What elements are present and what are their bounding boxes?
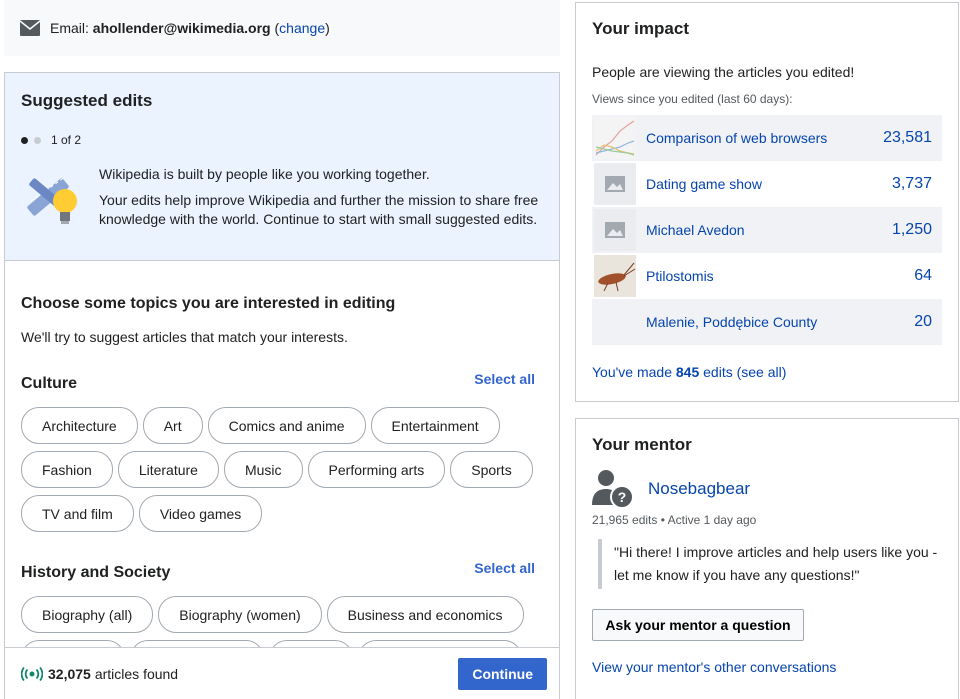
- mentor-meta: 21,965 edits • Active 1 day ago: [592, 513, 942, 527]
- live-signal-icon: [21, 666, 43, 681]
- email-label: Email:: [50, 20, 89, 36]
- mentor-quote: "Hi there! I improve articles and help u…: [598, 539, 942, 589]
- article-thumbnail: [594, 209, 636, 251]
- impact-article-views: 20: [914, 313, 932, 330]
- user-question-icon: ?: [592, 470, 634, 509]
- topic-chip[interactable]: Biography (all): [21, 596, 154, 633]
- mentor-active: Active 1 day ago: [667, 513, 757, 527]
- tools-lightbulb-icon: [27, 176, 77, 224]
- impact-article-title[interactable]: Ptilostomis: [646, 268, 914, 284]
- impact-article-title[interactable]: Michael Avedon: [646, 222, 892, 238]
- impact-subtitle: People are viewing the articles you edit…: [592, 64, 855, 80]
- articles-found-count: 32,075: [48, 665, 91, 682]
- topic-group-title: History and Society: [21, 564, 171, 581]
- topic-chip[interactable]: Art: [142, 407, 203, 444]
- mentor-conversations-link[interactable]: View your mentor's other conversations: [592, 659, 942, 675]
- chart-thumbnail-icon: [594, 117, 636, 159]
- mentor-title: Your mentor: [592, 435, 692, 454]
- image-placeholder-icon: [605, 222, 625, 238]
- suggested-edits-title: Suggested edits: [21, 91, 153, 110]
- impact-row[interactable]: Ptilostomis 64: [592, 253, 942, 299]
- intro-line-1: Wikipedia is built by people like you wo…: [99, 166, 430, 182]
- select-all-culture-link[interactable]: Select all: [474, 371, 535, 387]
- paren-close: ): [325, 20, 330, 36]
- pager: 1 of 2: [21, 133, 543, 147]
- mentor-name-link[interactable]: Nosebagbear: [648, 479, 750, 499]
- pager-dot-inactive[interactable]: [34, 136, 41, 144]
- continue-button[interactable]: Continue: [458, 657, 547, 690]
- edits-summary[interactable]: You've made 845 edits (see all): [592, 364, 942, 380]
- suggested-edits-intro: Suggested edits 1 of 2 Wikipedia is buil…: [5, 73, 559, 261]
- impact-row[interactable]: Comparison of web browsers 23,581: [592, 115, 942, 161]
- edits-prefix: You've made: [592, 364, 672, 380]
- suggested-edits-card: Suggested edits 1 of 2 Wikipedia is buil…: [4, 72, 560, 699]
- topic-group-culture: Culture Select all: [21, 371, 543, 393]
- articles-found-label: articles found: [94, 665, 179, 682]
- topic-chip[interactable]: Business and economics: [326, 596, 524, 633]
- change-email-link[interactable]: change: [279, 20, 325, 36]
- mentor-header: ? Nosebagbear: [592, 469, 942, 509]
- topic-chip[interactable]: Video games: [138, 495, 263, 532]
- topic-chip[interactable]: TV and film: [21, 495, 134, 532]
- topic-chip[interactable]: Architecture: [21, 407, 138, 444]
- topic-chip[interactable]: Fashion: [21, 451, 113, 488]
- mail-icon: [20, 20, 40, 36]
- impact-article-title[interactable]: Comparison of web browsers: [646, 130, 883, 146]
- topic-chip[interactable]: Comics and anime: [207, 407, 366, 444]
- pager-dot-active[interactable]: [21, 136, 28, 144]
- impact-card: Your impact People are viewing the artic…: [575, 2, 959, 402]
- select-all-history-link[interactable]: Select all: [474, 560, 535, 576]
- edits-count: 845: [675, 364, 700, 380]
- impact-row[interactable]: Dating game show 3,737: [592, 161, 942, 207]
- topic-chip[interactable]: Sports: [450, 451, 533, 488]
- ask-mentor-button[interactable]: Ask your mentor a question: [592, 609, 804, 641]
- edits-suffix[interactable]: edits (see all): [703, 364, 786, 380]
- article-thumbnail: [594, 163, 636, 205]
- topic-chip[interactable]: Literature: [117, 451, 219, 488]
- email-bar: Email: ahollender@wikimedia.org (change): [4, 0, 560, 56]
- insect-thumbnail-icon: [594, 255, 636, 297]
- impact-article-views: 3,737: [891, 175, 932, 192]
- views-label: Views since you edited (last 60 days):: [592, 92, 793, 106]
- topics-subtitle: We'll try to suggest articles that match…: [21, 329, 348, 345]
- intro-line-2: Your edits help improve Wikipedia and fu…: [99, 192, 539, 227]
- article-thumbnail: [594, 255, 636, 297]
- impact-article-views: 23,581: [883, 129, 932, 146]
- impact-article-views: 1,250: [891, 221, 932, 238]
- image-placeholder-icon: [605, 176, 625, 192]
- impact-article-views: 64: [914, 267, 932, 284]
- email-address: ahollender@wikimedia.org: [92, 20, 271, 36]
- topic-chip[interactable]: Performing arts: [307, 451, 446, 488]
- impact-article-title[interactable]: Dating game show: [646, 176, 892, 192]
- meta-separator: •: [660, 513, 665, 527]
- suggested-edits-footer: 32,075 articles found Continue: [5, 647, 559, 699]
- topics-section: Choose some topics you are interested in…: [5, 295, 559, 677]
- topic-chips-culture: Architecture Art Comics and anime Entert…: [21, 407, 541, 532]
- impact-article-title[interactable]: Malenie, Poddębice County: [646, 314, 914, 330]
- topic-chip[interactable]: Biography (women): [158, 596, 322, 633]
- topics-title: Choose some topics you are interested in…: [21, 295, 396, 312]
- topic-chip[interactable]: Entertainment: [370, 407, 500, 444]
- topic-group-title: Culture: [21, 375, 77, 392]
- topic-chip[interactable]: Music: [223, 451, 303, 488]
- impact-title: Your impact: [592, 19, 689, 38]
- svg-text:?: ?: [618, 489, 627, 505]
- impact-row[interactable]: Michael Avedon 1,250: [592, 207, 942, 253]
- mentor-edits: 21,965 edits: [592, 513, 658, 527]
- articles-found: 32,075 articles found: [21, 666, 178, 682]
- impact-row[interactable]: Malenie, Poddębice County 20: [592, 299, 942, 345]
- pager-text: 1 of 2: [51, 133, 82, 147]
- mentor-card: Your mentor ? Nosebagbear 21,965 edits •…: [575, 418, 959, 699]
- article-thumbnail-empty: [594, 301, 636, 343]
- impact-list: Comparison of web browsers 23,581 Dating…: [592, 115, 942, 345]
- article-thumbnail: [594, 117, 636, 159]
- topic-group-history-society: History and Society Select all: [21, 560, 543, 582]
